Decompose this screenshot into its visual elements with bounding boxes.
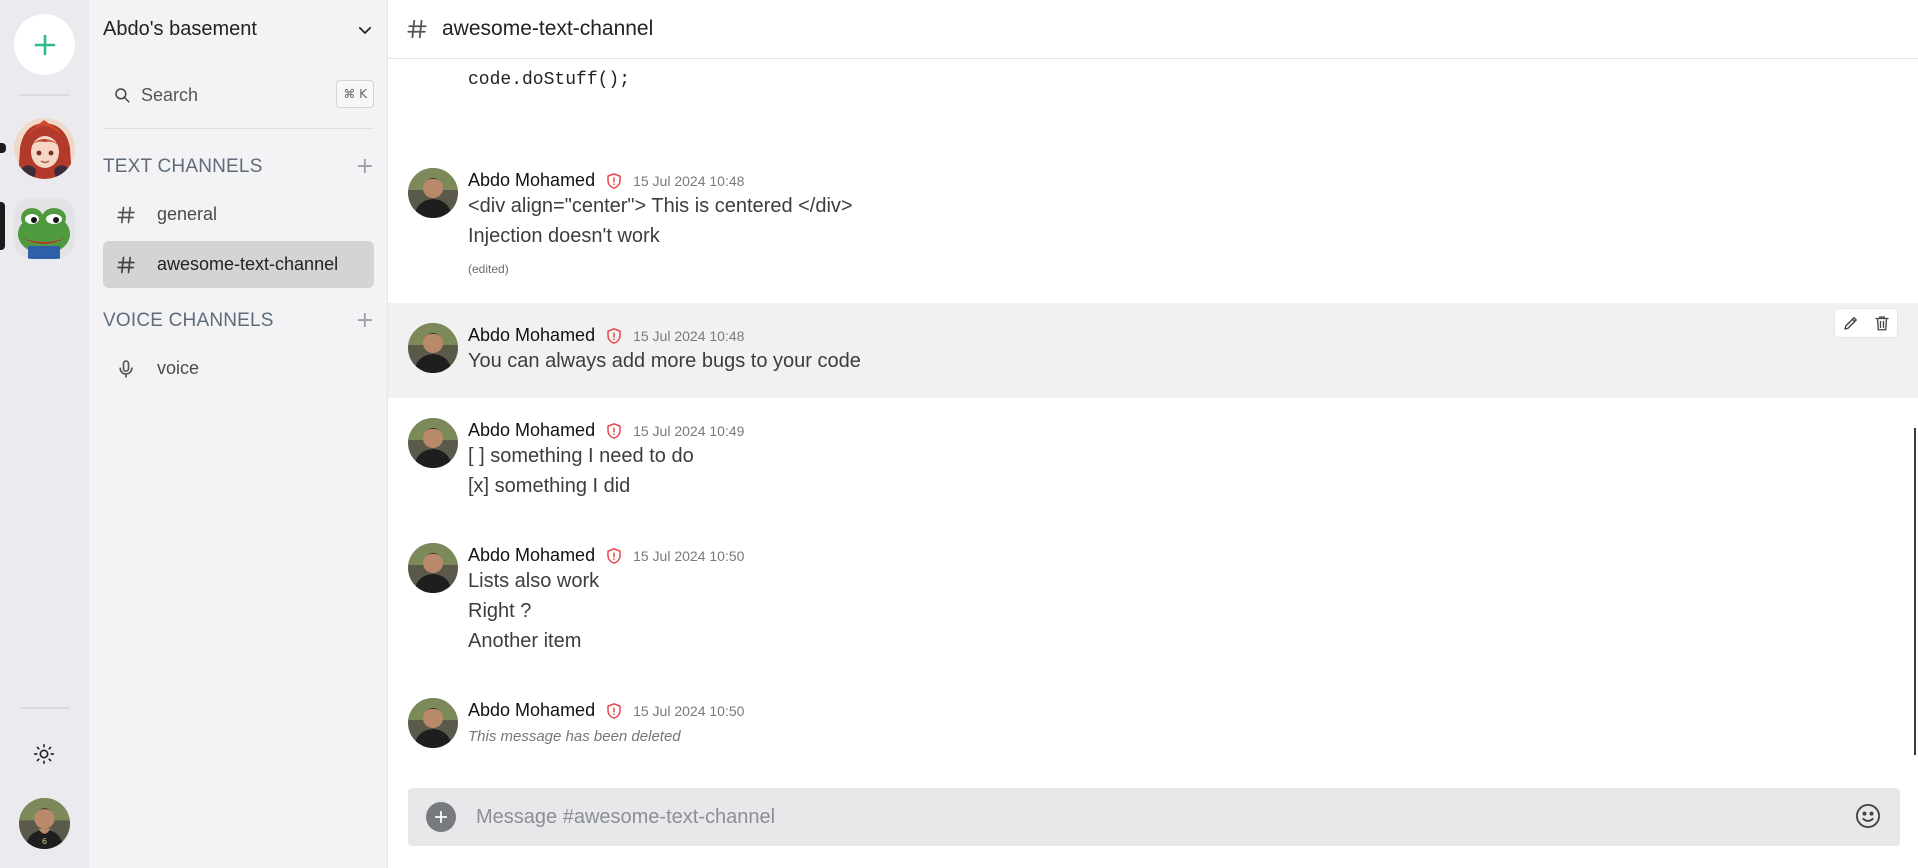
channel-item-voice[interactable]: voice (103, 345, 374, 392)
author-name[interactable]: Abdo Mohamed (468, 325, 595, 346)
shield-icon (605, 422, 623, 440)
channel-sidebar: Abdo's basement Search ⌘ K TEXT CHANNELS… (89, 0, 388, 868)
message-timestamp: 15 Jul 2024 10:50 (633, 547, 745, 564)
server-rail: 6 (0, 0, 89, 868)
channel-item-general[interactable]: general (103, 191, 374, 238)
shield-icon (605, 172, 623, 190)
message[interactable]: Abdo Mohamed 15 Jul 2024 10:48 <div alig… (388, 160, 1918, 290)
author-name[interactable]: Abdo Mohamed (468, 170, 595, 191)
channel-title: awesome-text-channel (442, 17, 654, 40)
scrollbar-thumb[interactable] (1914, 428, 1916, 755)
current-user-avatar[interactable]: 6 (19, 798, 70, 849)
voice-channels-title: VOICE CHANNELS (103, 310, 274, 331)
text-channels-title: TEXT CHANNELS (103, 156, 263, 177)
add-text-channel-button[interactable]: + (356, 156, 374, 178)
channel-item-awesome-text-channel[interactable]: awesome-text-channel (103, 241, 374, 288)
message-composer (408, 788, 1900, 846)
server-active-indicator (0, 202, 5, 250)
delete-message-button[interactable] (1873, 314, 1891, 332)
message-timestamp: 15 Jul 2024 10:48 (633, 172, 745, 189)
chat-main: awesome-text-channel code.doStuff(); Abd… (388, 0, 1918, 868)
deleted-message-text: This message has been deleted (468, 728, 681, 745)
message-text: You can always add more bugs to your cod… (468, 350, 861, 372)
add-voice-channel-button[interactable]: + (356, 310, 374, 332)
code-block: code.doStuff(); (468, 70, 631, 90)
author-name[interactable]: Abdo Mohamed (468, 545, 595, 566)
add-server-button[interactable] (14, 14, 75, 75)
attach-button[interactable] (426, 802, 456, 832)
author-avatar[interactable] (408, 168, 458, 218)
author-avatar[interactable] (408, 323, 458, 373)
pencil-icon (1843, 317, 1857, 330)
rail-separator (20, 707, 69, 709)
author-name[interactable]: Abdo Mohamed (468, 700, 595, 721)
anime-server-icon[interactable] (14, 118, 75, 179)
author-avatar[interactable] (408, 698, 458, 748)
message-text: Lists also work (468, 570, 600, 592)
message[interactable]: Abdo Mohamed 15 Jul 2024 10:49 [ ] somet… (388, 410, 1918, 520)
shield-icon (605, 702, 623, 720)
emoji-button[interactable] (1854, 802, 1882, 835)
message-text: Another item (468, 630, 582, 652)
server-header[interactable]: Abdo's basement (89, 0, 388, 59)
channel-topbar: awesome-text-channel (388, 0, 1918, 59)
message-timestamp: 15 Jul 2024 10:49 (633, 422, 745, 439)
message-text: [ ] something I need to do (468, 445, 694, 467)
message-actions (1834, 308, 1898, 338)
channel-label: voice (157, 358, 200, 378)
message-text: Injection doesn't work (468, 225, 660, 247)
sun-icon (34, 744, 54, 764)
author-name[interactable]: Abdo Mohamed (468, 420, 595, 441)
author-avatar[interactable] (408, 543, 458, 593)
message[interactable]: Abdo Mohamed 15 Jul 2024 10:50 This mess… (388, 690, 1918, 760)
search-button[interactable]: Search ⌘ K (103, 78, 374, 112)
hash-icon (406, 18, 428, 40)
search-icon (115, 88, 130, 103)
message[interactable]: Abdo Mohamed 15 Jul 2024 10:48 You can a… (388, 303, 1918, 398)
voice-channels-header: VOICE CHANNELS + (103, 306, 374, 336)
server-name: Abdo's basement (103, 18, 257, 40)
message-input[interactable] (474, 804, 1814, 830)
message-text: Right ? (468, 600, 532, 622)
plus-icon (434, 810, 448, 824)
rail-separator (20, 94, 69, 96)
message-text: [x] something I did (468, 475, 631, 497)
message[interactable]: Abdo Mohamed 15 Jul 2024 10:50 Lists als… (388, 535, 1918, 665)
message-timestamp: 15 Jul 2024 10:48 (633, 327, 745, 344)
edited-label: (edited) (468, 262, 509, 276)
message-timestamp: 15 Jul 2024 10:50 (633, 702, 745, 719)
hash-icon (115, 205, 137, 225)
search-label: Search (141, 84, 199, 105)
sidebar-divider (103, 128, 374, 129)
author-avatar[interactable] (408, 418, 458, 468)
smile-icon (1855, 803, 1881, 829)
shield-icon (605, 547, 623, 565)
server-unread-indicator (0, 143, 6, 153)
channel-label: general (157, 204, 218, 224)
text-channels-header: TEXT CHANNELS + (103, 152, 374, 182)
shield-icon (605, 327, 623, 345)
chevron-down-icon[interactable] (356, 21, 374, 39)
svg-text:6: 6 (42, 836, 47, 846)
theme-toggle-button[interactable] (29, 739, 59, 769)
hash-icon (115, 255, 137, 275)
microphone-icon (115, 358, 137, 380)
search-shortcut-badge: ⌘ K (336, 80, 374, 108)
trash-icon (1874, 316, 1889, 331)
frog-server-icon[interactable] (14, 198, 75, 259)
channel-label: awesome-text-channel (157, 254, 339, 274)
edit-message-button[interactable] (1842, 314, 1860, 332)
message-text: <div align="center"> This is centered </… (468, 195, 853, 217)
plus-icon (34, 34, 55, 55)
